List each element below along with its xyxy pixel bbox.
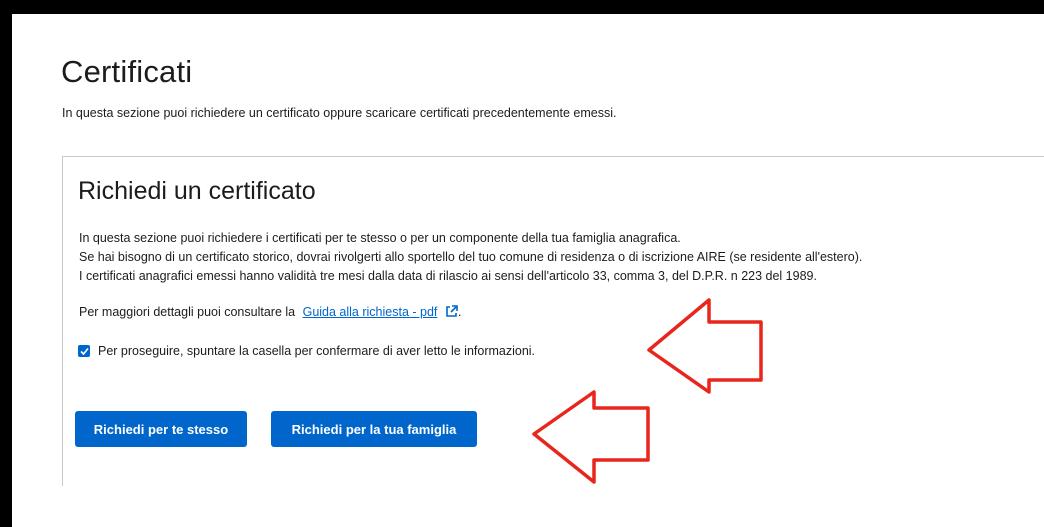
page-frame: Certificati In questa sezione puoi richi…	[12, 14, 1044, 527]
description-line: I certificati anagrafici emessi hanno va…	[79, 269, 817, 283]
card-title: Richiedi un certificato	[78, 177, 316, 205]
confirm-label[interactable]: Per proseguire, spuntare la casella per …	[98, 344, 535, 358]
guide-suffix: .	[457, 305, 462, 319]
confirm-checkbox[interactable]	[78, 345, 90, 357]
description-line: In questa sezione puoi richiedere i cert…	[79, 231, 681, 245]
card-description: In questa sezione puoi richiedere i cert…	[79, 229, 862, 286]
request-family-button[interactable]: Richiedi per la tua famiglia	[271, 411, 477, 447]
request-self-button[interactable]: Richiedi per te stesso	[75, 411, 247, 447]
confirm-row: Per proseguire, spuntare la casella per …	[78, 344, 535, 358]
red-arrow-icon	[647, 298, 763, 394]
page-title: Certificati	[61, 54, 193, 89]
description-line: Se hai bisogno di un certificato storico…	[79, 250, 863, 264]
page-intro: In questa sezione puoi richiedere un cer…	[62, 106, 617, 120]
guide-link[interactable]: Guida alla richiesta - pdf	[303, 305, 438, 319]
checkmark-icon	[79, 347, 89, 355]
guide-line: Per maggiori dettagli puoi consultare la…	[79, 305, 461, 321]
external-link-icon[interactable]	[445, 305, 458, 321]
red-arrow-icon	[532, 390, 650, 484]
guide-prefix: Per maggiori dettagli puoi consultare la	[79, 305, 296, 319]
